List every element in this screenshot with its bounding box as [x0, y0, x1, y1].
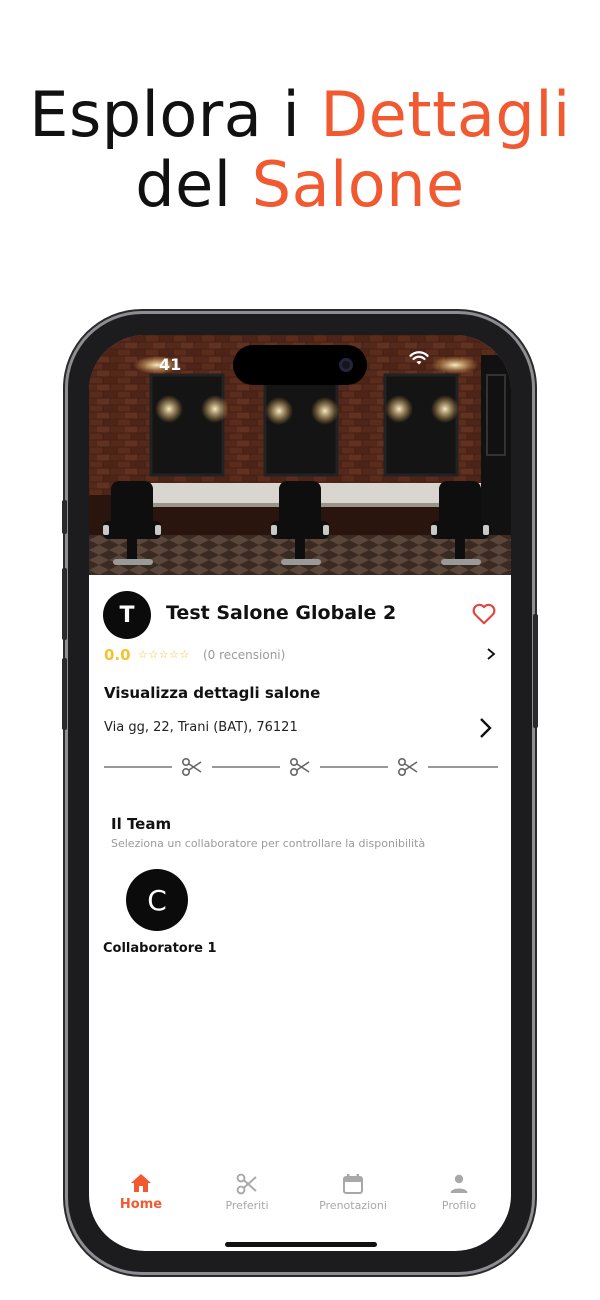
tab-label: Profilo	[441, 1199, 477, 1212]
chevron-right-icon[interactable]	[477, 717, 493, 739]
camera-icon	[339, 358, 353, 372]
chevron-right-icon[interactable]	[485, 647, 497, 661]
headline-accent: Dettagli	[320, 78, 571, 151]
scissors-icon	[236, 1173, 257, 1195]
tab-prenotazioni[interactable]: Prenotazioni	[308, 1173, 398, 1212]
volume-up-button	[62, 568, 67, 640]
volume-down-button	[62, 658, 67, 730]
wifi-icon	[409, 351, 429, 365]
tab-label: Preferiti	[225, 1199, 269, 1212]
reviews-count[interactable]: (0 recensioni)	[203, 648, 285, 662]
headline-line-2: del Salone	[0, 150, 600, 220]
salon-details: T Test Salone Globale 2 0.0 ☆☆☆☆☆ (0 rec…	[89, 575, 511, 1251]
phone-screen: 41 T Test Salone Globale 2 0.0 ☆☆☆☆☆ (0 …	[89, 335, 511, 1251]
salon-avatar: T	[103, 591, 151, 639]
tab-label: Prenotazioni	[319, 1199, 387, 1212]
favorite-heart-icon[interactable]	[471, 601, 497, 627]
view-salon-details-link[interactable]: Visualizza dettagli salone	[104, 684, 320, 702]
phone-frame: 41 T Test Salone Globale 2 0.0 ☆☆☆☆☆ (0 …	[62, 314, 538, 1272]
bottom-tab-bar: Home Preferiti Prenotazioni Profilo	[89, 1173, 511, 1233]
mute-switch	[62, 500, 67, 534]
power-button	[533, 614, 538, 728]
tab-home[interactable]: Home	[96, 1173, 186, 1212]
tab-label: Home	[119, 1197, 163, 1212]
collaborator-avatar[interactable]: C	[126, 869, 188, 931]
status-time: 41	[159, 355, 182, 374]
tab-profilo[interactable]: Profilo	[414, 1173, 504, 1212]
home-icon	[131, 1174, 151, 1192]
salon-address[interactable]: Via gg, 22, Trani (BAT), 76121	[104, 720, 298, 735]
headline-text: Esplora i	[29, 78, 321, 151]
rating-stars: ☆☆☆☆☆	[138, 648, 190, 661]
team-title: Il Team	[111, 815, 172, 833]
salon-name: Test Salone Globale 2	[166, 602, 397, 624]
rating-value: 0.0	[104, 646, 131, 664]
salon-hero-image: 41	[89, 335, 511, 575]
headline-text: del	[135, 148, 252, 221]
team-subtitle: Seleziona un collaboratore per controlla…	[111, 837, 426, 850]
person-icon	[450, 1174, 468, 1193]
headline-line-1: Esplora i Dettagli	[0, 80, 600, 150]
dynamic-island	[233, 345, 367, 385]
calendar-icon	[343, 1174, 363, 1194]
home-indicator[interactable]	[225, 1242, 377, 1247]
scissors-divider	[104, 757, 498, 777]
headline: Esplora i Dettagli del Salone	[0, 80, 600, 220]
collaborator-name: Collaboratore 1	[103, 941, 217, 956]
tab-preferiti[interactable]: Preferiti	[202, 1173, 292, 1212]
headline-accent: Salone	[251, 148, 465, 221]
